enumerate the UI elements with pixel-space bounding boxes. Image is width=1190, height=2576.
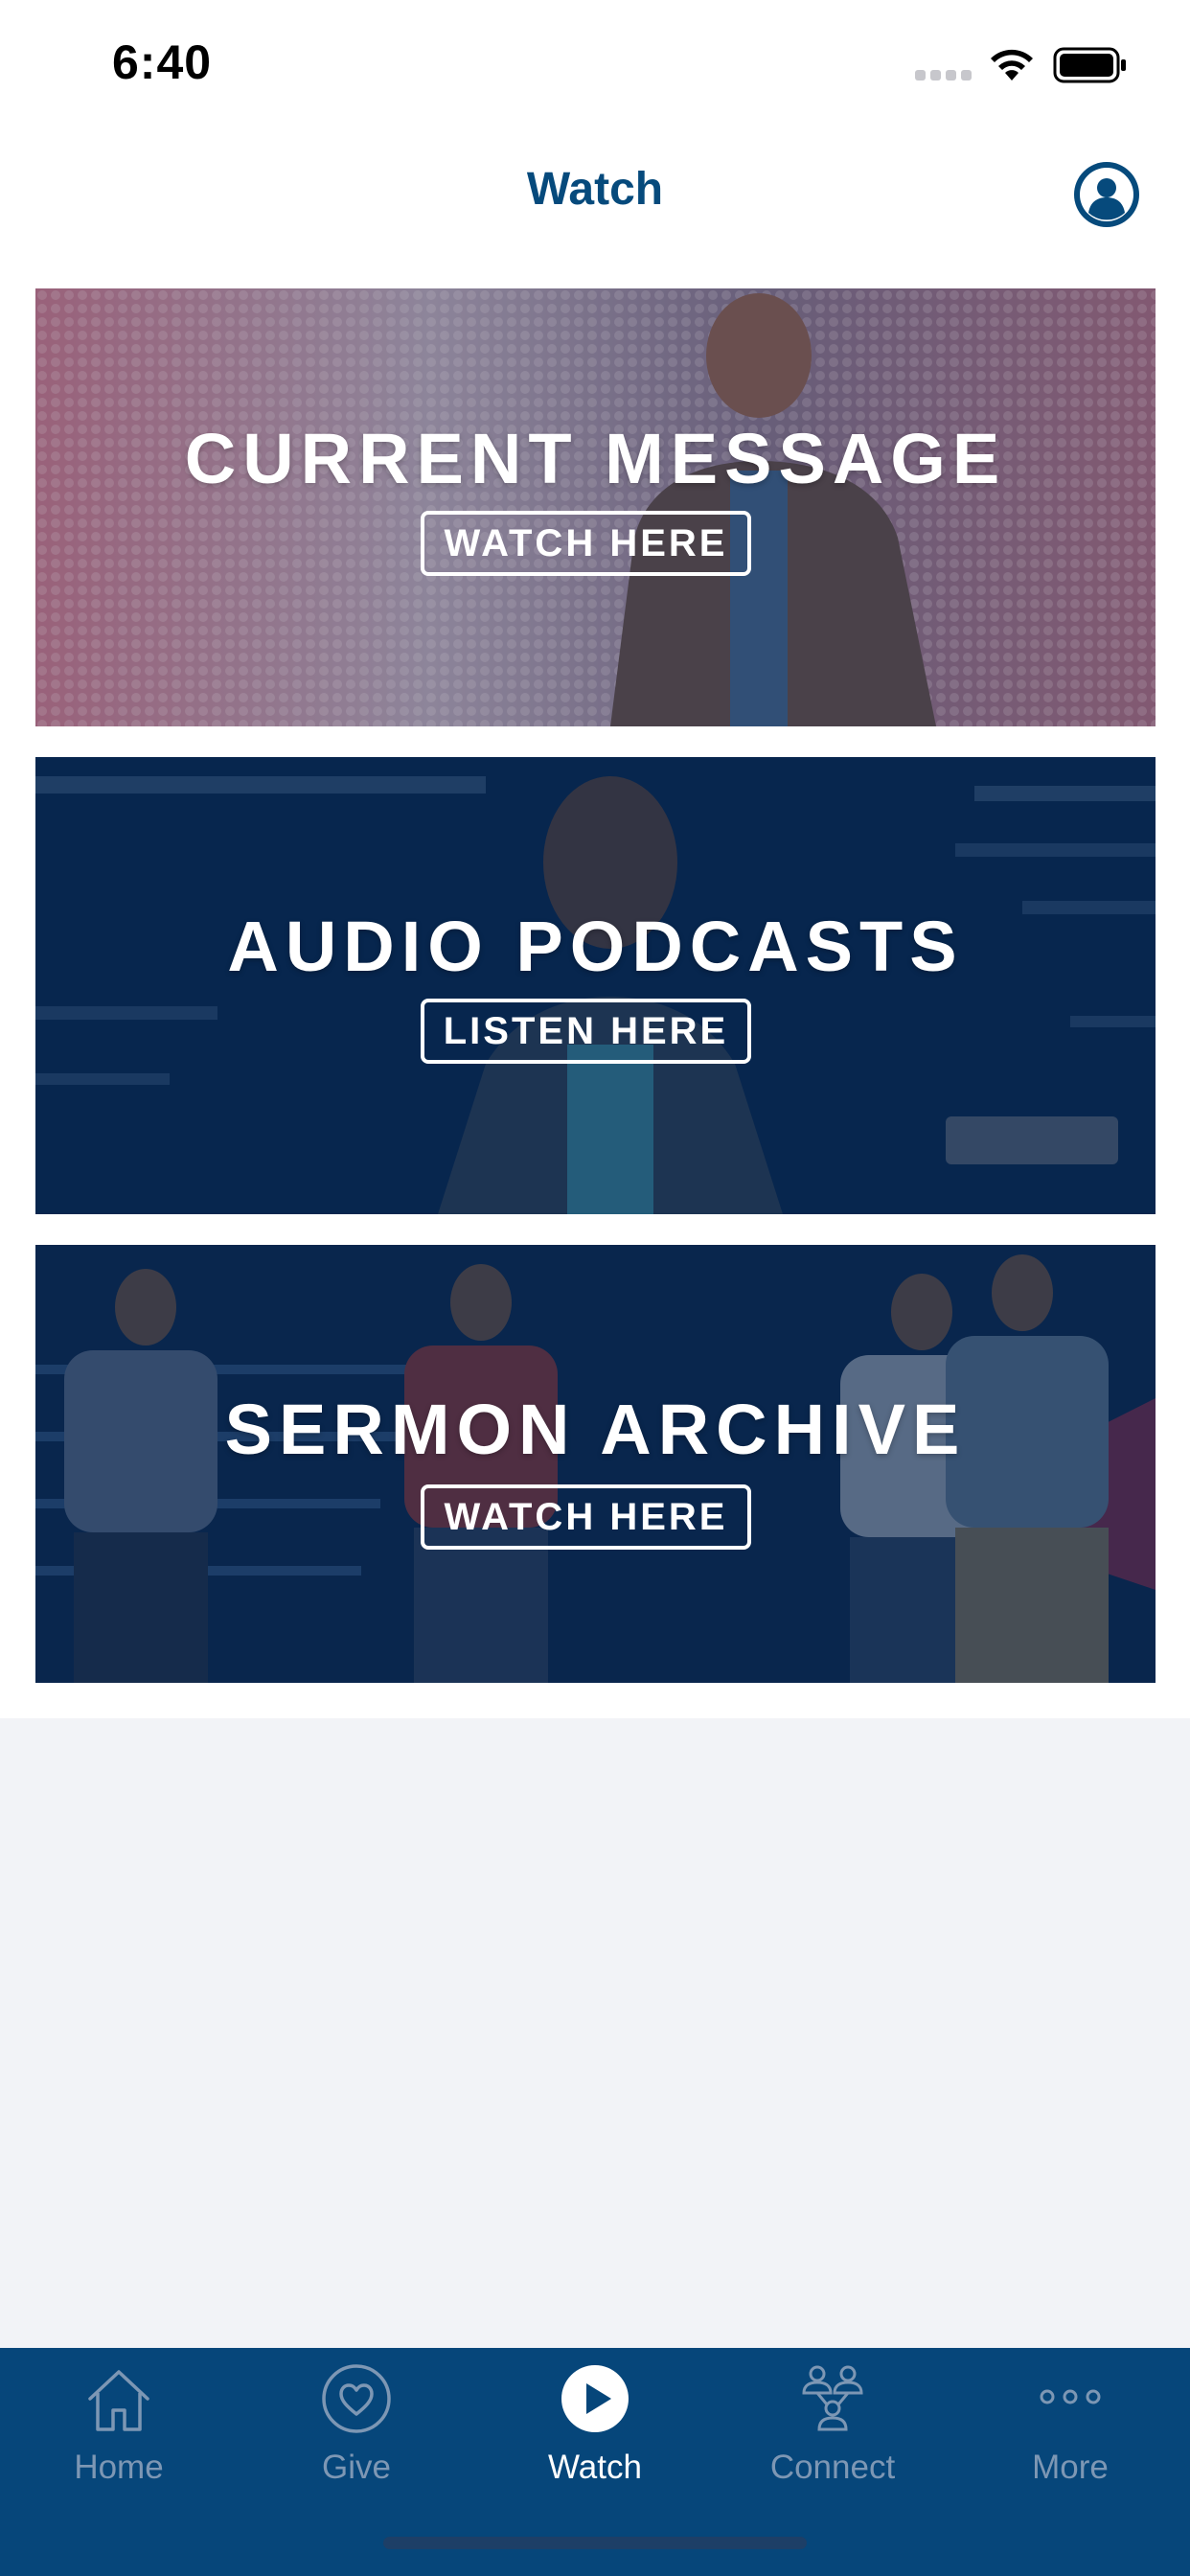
tab-label: Give: [322, 2449, 391, 2486]
tab-label: Connect: [769, 2449, 896, 2486]
page-title: Watch: [526, 164, 664, 215]
banner-title: AUDIO PODCASTS: [227, 907, 964, 986]
listen-here-button[interactable]: LISTEN HERE: [421, 999, 751, 1064]
tab-watch[interactable]: Watch: [476, 2348, 714, 2511]
cellular-signal-icon: [915, 70, 972, 80]
profile-icon[interactable]: [1072, 160, 1141, 229]
tab-label: Watch: [548, 2449, 642, 2486]
battery-icon: [1053, 47, 1126, 83]
audio-podcasts-banner[interactable]: AUDIO PODCASTS LISTEN HERE: [35, 757, 1156, 1214]
status-time: 6:40: [112, 35, 213, 89]
heart-icon: [322, 2364, 391, 2433]
play-icon: [561, 2365, 629, 2432]
sermon-archive-banner[interactable]: SERMON ARCHIVE WATCH HERE: [35, 1245, 1156, 1683]
tab-connect[interactable]: Connect: [714, 2348, 951, 2511]
home-indicator: [383, 2537, 807, 2549]
home-icon: [88, 2370, 149, 2431]
wifi-icon: [991, 49, 1033, 80]
watch-here-button[interactable]: WATCH HERE: [421, 1484, 751, 1550]
current-message-banner[interactable]: CURRENT MESSAGE WATCH HERE: [35, 288, 1156, 726]
banner-title: SERMON ARCHIVE: [224, 1390, 967, 1469]
tab-more[interactable]: More: [951, 2348, 1189, 2511]
status-bar: 6:40: [0, 0, 1190, 129]
tab-home[interactable]: Home: [0, 2348, 238, 2511]
people-icon: [802, 2365, 863, 2431]
tab-give[interactable]: Give: [238, 2348, 475, 2511]
tab-bar: Home Give Watch Connect More: [0, 2348, 1190, 2576]
watch-here-button[interactable]: WATCH HERE: [421, 511, 751, 576]
tab-label: Home: [74, 2449, 164, 2486]
tab-label: More: [1032, 2449, 1109, 2486]
navigation-bar: Watch: [0, 129, 1190, 254]
banner-title: CURRENT MESSAGE: [184, 419, 1007, 498]
more-icon: [1040, 2389, 1101, 2404]
watch-content: CURRENT MESSAGE WATCH HERE AUDIO PODCAST…: [0, 254, 1190, 1718]
